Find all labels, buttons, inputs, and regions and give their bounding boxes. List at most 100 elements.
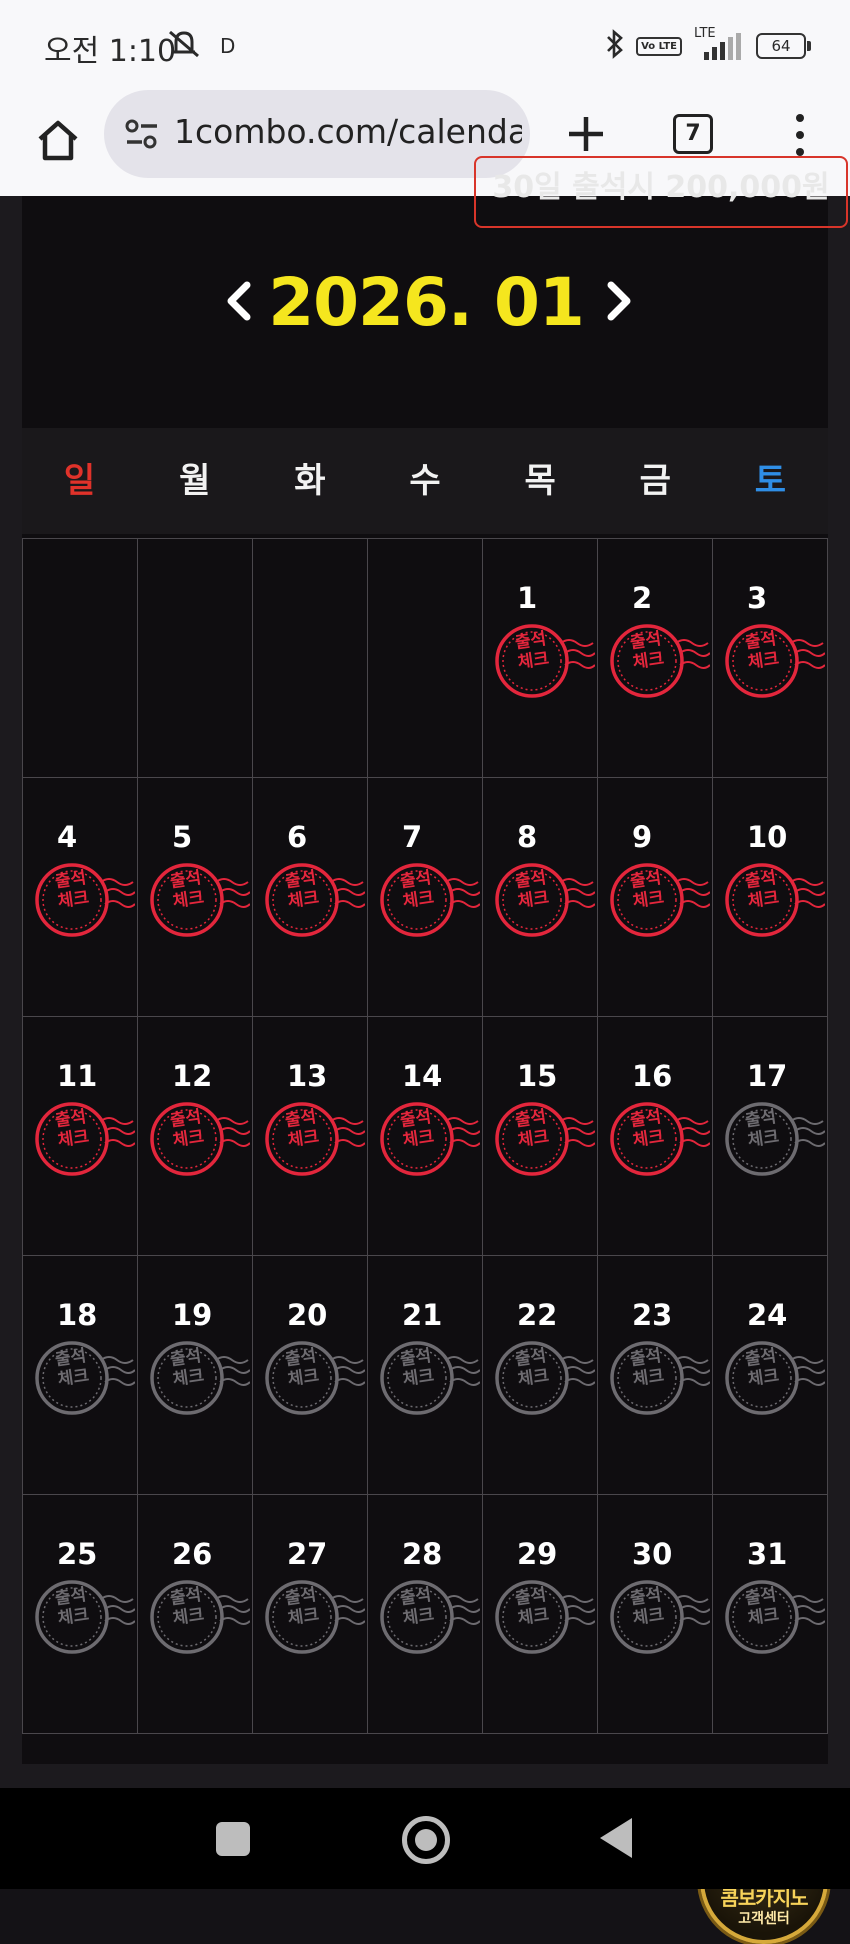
day-number: 11 — [57, 1059, 98, 1093]
day-number: 12 — [172, 1059, 213, 1093]
calendar-day-cell[interactable]: 6 출석 체크 — [253, 778, 368, 1017]
calendar-day-cell[interactable]: 23 출석 체크 — [598, 1256, 713, 1495]
day-number: 2 — [632, 581, 653, 615]
calendar-day-cell[interactable]: 11 출석 체크 — [23, 1017, 138, 1256]
attendance-stamp-unchecked: 출석 체크 — [265, 1577, 365, 1657]
calendar-day-cell[interactable]: 10 출석 체크 — [713, 778, 828, 1017]
attendance-stamp-unchecked: 출석 체크 — [35, 1577, 135, 1657]
day-number: 21 — [402, 1298, 443, 1332]
calendar-day-cell[interactable]: 12 출석 체크 — [138, 1017, 253, 1256]
chevron-right-icon — [607, 281, 631, 321]
calendar-day-cell[interactable]: 27 출석 체크 — [253, 1495, 368, 1734]
calendar-grid: 1 출석 체크 2 출석 체크 3 출석 체크 4 출석 체크 5 출석 체크 6 출석 체크 7 출석 체크 8 출석 체크… — [22, 538, 828, 1734]
calendar-day-cell[interactable]: 5 출석 체크 — [138, 778, 253, 1017]
calendar-day-cell[interactable]: 9 출석 체크 — [598, 778, 713, 1017]
weekday-wed: 수 — [409, 461, 441, 501]
weekday-fri: 금 — [639, 461, 671, 501]
url-text: 1combo.com/calenda — [174, 112, 522, 151]
weekday-mon: 월 — [179, 461, 211, 501]
home-icon — [38, 120, 78, 161]
calendar-day-cell[interactable]: 8 출석 체크 — [483, 778, 598, 1017]
battery-icon: 64 — [756, 33, 811, 59]
promo-banner: 30일 출석시 200,000원 — [474, 156, 848, 228]
calendar-day-cell[interactable]: 29 출석 체크 — [483, 1495, 598, 1734]
tab-switcher-button[interactable]: 7 — [673, 114, 713, 154]
attendance-stamp-unchecked: 출석 체크 — [495, 1577, 595, 1657]
attendance-stamp-checked: 출석 체크 — [150, 860, 250, 940]
day-number: 18 — [57, 1298, 98, 1332]
page-content: 30일 출석시 200,000원 2026. 01 일 월 화 수 목 금 토 … — [0, 156, 850, 1944]
calendar-day-cell[interactable]: 19 출석 체크 — [138, 1256, 253, 1495]
status-time: 오전 1:10 — [44, 34, 177, 69]
day-number: 15 — [517, 1059, 558, 1093]
next-month-button[interactable] — [600, 278, 640, 324]
calendar-day-cell[interactable]: 17 출석 체크 — [713, 1017, 828, 1256]
calendar-day-cell — [138, 539, 253, 778]
address-bar[interactable]: 1combo.com/calenda — [104, 90, 530, 178]
attendance-stamp-checked: 출석 체크 — [35, 1099, 135, 1179]
day-number: 3 — [747, 581, 768, 615]
calendar-day-cell[interactable]: 7 출석 체크 — [368, 778, 483, 1017]
calendar-day-cell[interactable]: 25 출석 체크 — [23, 1495, 138, 1734]
day-number: 4 — [57, 820, 78, 854]
status-right-group: Vo LTE LTE 64 — [604, 26, 811, 64]
day-number: 14 — [402, 1059, 443, 1093]
prev-month-button[interactable] — [218, 278, 258, 324]
attendance-stamp-checked: 출석 체크 — [150, 1099, 250, 1179]
calendar-day-cell[interactable]: 1 출석 체크 — [483, 539, 598, 778]
calendar-day-cell[interactable]: 21 출석 체크 — [368, 1256, 483, 1495]
calendar-day-cell[interactable]: 22 출석 체크 — [483, 1256, 598, 1495]
calendar-day-cell[interactable]: 14 출석 체크 — [368, 1017, 483, 1256]
calendar-day-cell[interactable]: 15 출석 체크 — [483, 1017, 598, 1256]
day-number: 13 — [287, 1059, 328, 1093]
attendance-stamp-unchecked: 출석 체크 — [380, 1577, 480, 1657]
day-number: 24 — [747, 1298, 788, 1332]
customer-center-subtitle: 고객센터 — [738, 1911, 790, 1927]
calendar-day-cell[interactable]: 16 출석 체크 — [598, 1017, 713, 1256]
calendar-day-cell[interactable]: 13 출석 체크 — [253, 1017, 368, 1256]
day-number: 10 — [747, 820, 788, 854]
site-settings-icon[interactable] — [124, 116, 160, 156]
weekday-header: 일 월 화 수 목 금 토 — [22, 428, 828, 534]
attendance-stamp-unchecked: 출석 체크 — [35, 1338, 135, 1418]
more-menu-button[interactable] — [780, 110, 820, 160]
day-number: 29 — [517, 1537, 558, 1571]
calendar-day-cell[interactable]: 28 출석 체크 — [368, 1495, 483, 1734]
day-number: 27 — [287, 1537, 328, 1571]
attendance-stamp-unchecked: 출석 체크 — [495, 1338, 595, 1418]
attendance-stamp-checked: 출석 체크 — [495, 860, 595, 940]
chevron-left-icon — [227, 281, 251, 321]
day-number: 16 — [632, 1059, 673, 1093]
calendar-frame: 30일 출석시 200,000원 2026. 01 일 월 화 수 목 금 토 … — [22, 156, 848, 1788]
calendar-day-cell[interactable]: 30 출석 체크 — [598, 1495, 713, 1734]
day-number: 25 — [57, 1537, 98, 1571]
bottom-strip — [22, 1764, 828, 1788]
calendar-day-cell[interactable]: 4 출석 체크 — [23, 778, 138, 1017]
attendance-stamp-unchecked: 출석 체크 — [150, 1577, 250, 1657]
calendar-day-cell[interactable]: 20 출석 체크 — [253, 1256, 368, 1495]
calendar-day-cell[interactable]: 31 출석 체크 — [713, 1495, 828, 1734]
month-header: 2026. 01 — [22, 256, 828, 346]
system-home-button[interactable] — [402, 1816, 450, 1864]
home-button[interactable] — [28, 110, 88, 170]
calendar-day-cell[interactable]: 2 출석 체크 — [598, 539, 713, 778]
attendance-stamp-checked: 출석 체크 — [380, 860, 480, 940]
day-number: 26 — [172, 1537, 213, 1571]
day-number: 1 — [517, 581, 538, 615]
attendance-stamp-checked: 출석 체크 — [265, 1099, 365, 1179]
day-number: 5 — [172, 820, 193, 854]
calendar-day-cell[interactable]: 24 출석 체크 — [713, 1256, 828, 1495]
attendance-stamp-unchecked: 출석 체크 — [725, 1577, 825, 1657]
calendar-day-cell[interactable]: 18 출석 체크 — [23, 1256, 138, 1495]
attendance-stamp-checked: 출석 체크 — [725, 860, 825, 940]
attendance-stamp-checked: 출석 체크 — [495, 1099, 595, 1179]
new-tab-button[interactable] — [556, 104, 616, 164]
day-number: 9 — [632, 820, 653, 854]
recent-apps-button[interactable] — [216, 1822, 250, 1856]
calendar-day-cell[interactable]: 26 출석 체크 — [138, 1495, 253, 1734]
status-bar: 오전 1:10 D Vo LTE LTE 64 — [0, 0, 850, 90]
day-number: 23 — [632, 1298, 673, 1332]
back-button[interactable] — [600, 1818, 632, 1858]
system-nav-bar — [0, 1788, 850, 1889]
calendar-day-cell[interactable]: 3 출석 체크 — [713, 539, 828, 778]
